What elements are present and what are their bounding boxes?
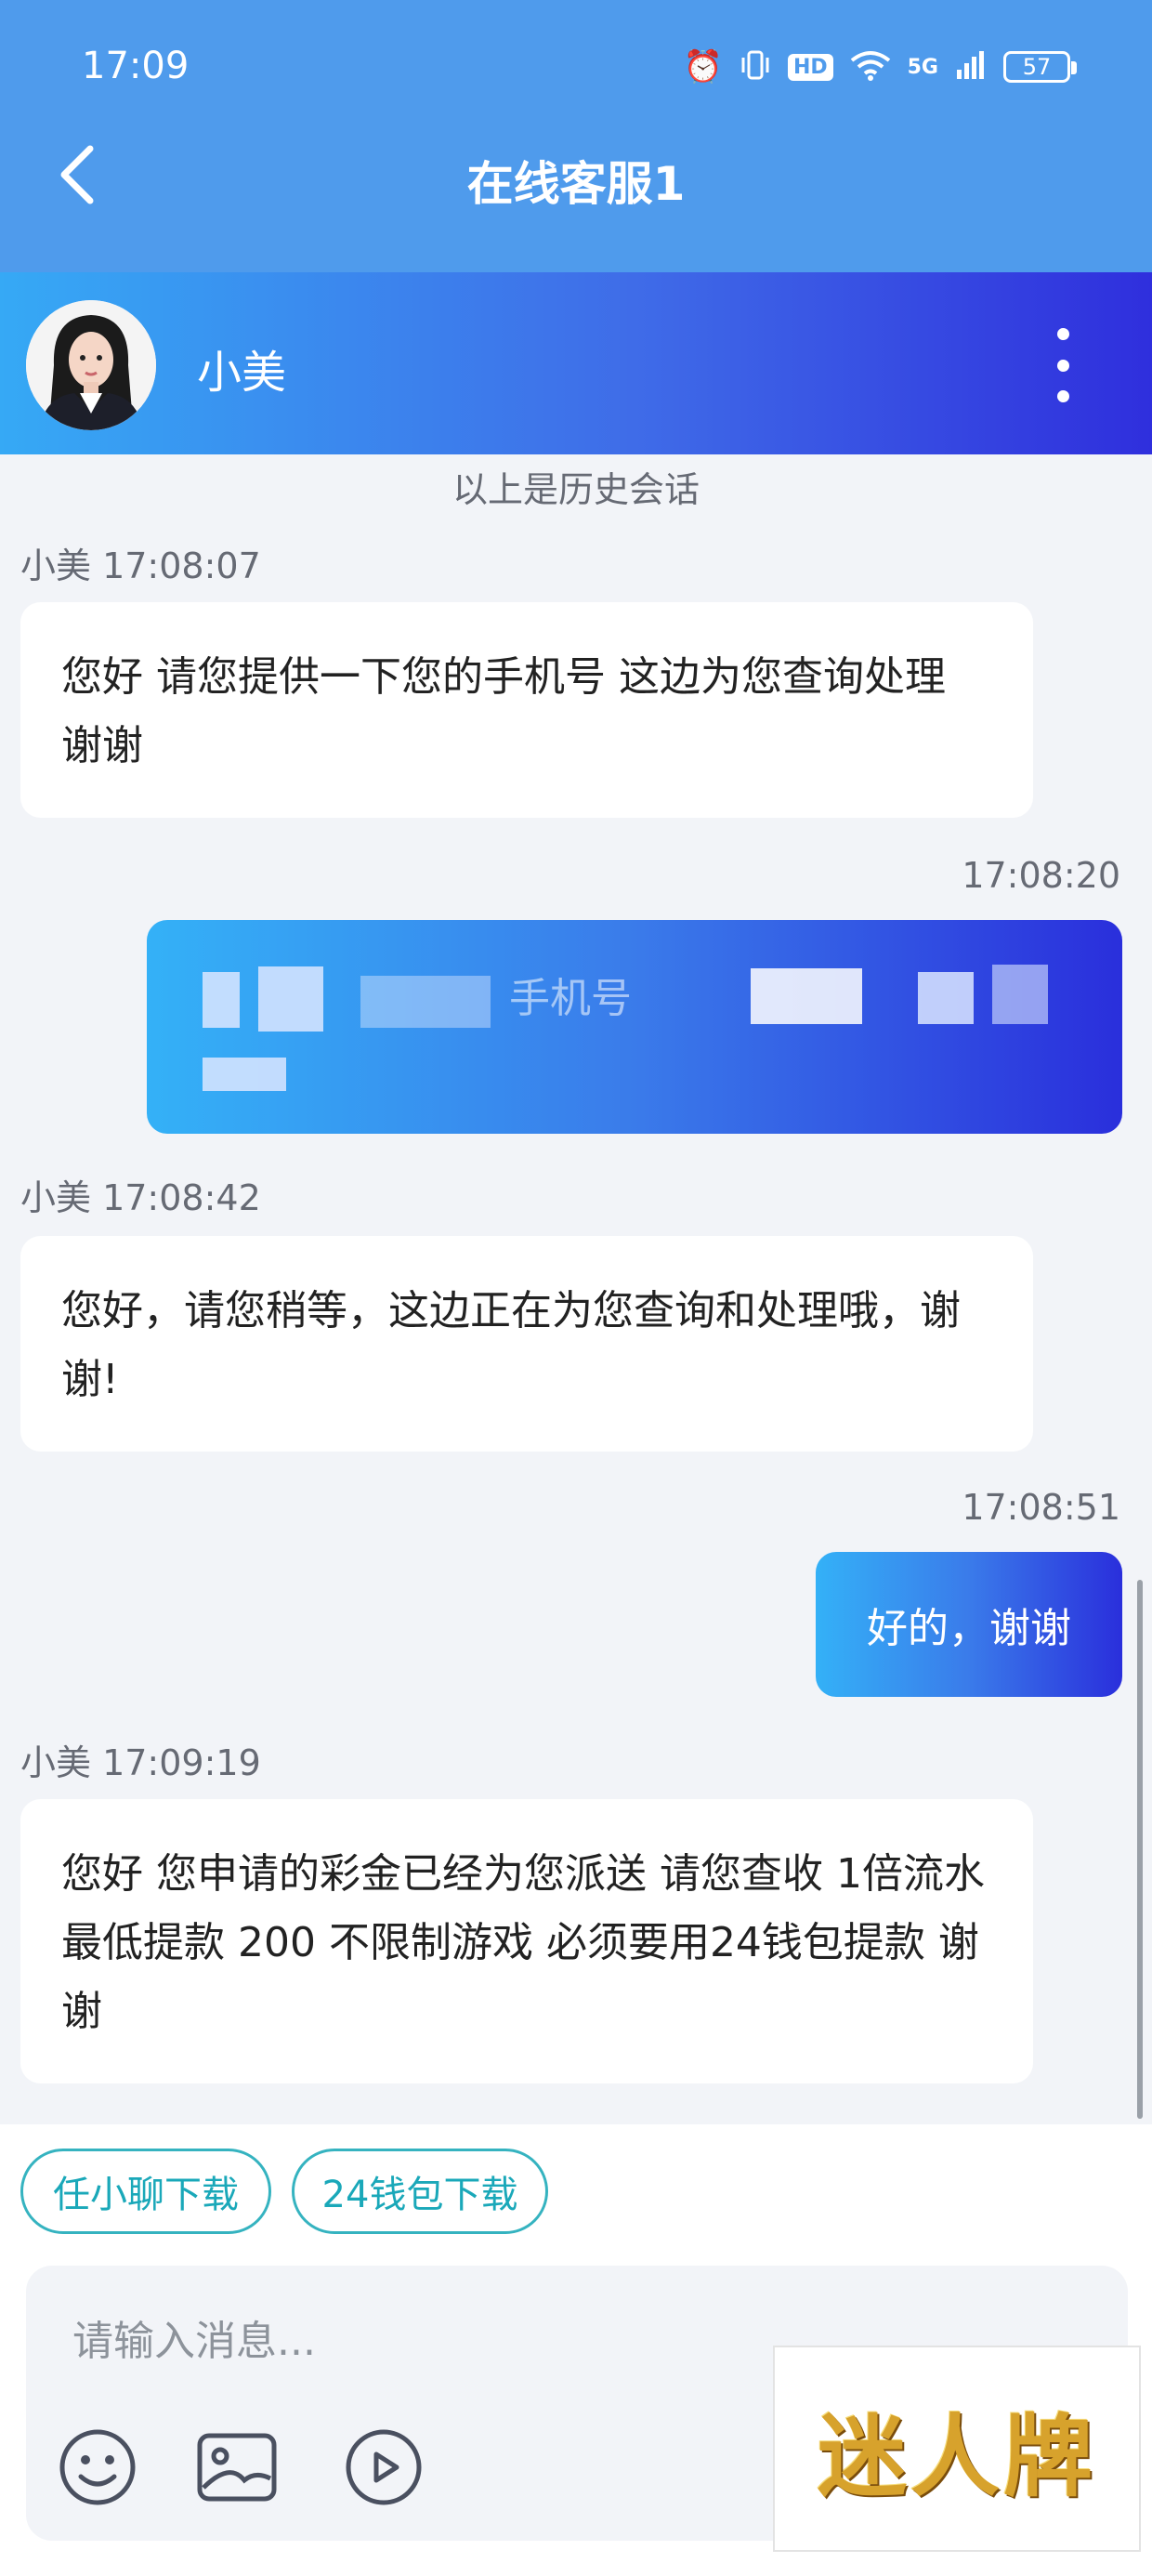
page-title: 在线客服1 — [466, 157, 686, 211]
smiley-icon — [57, 2426, 138, 2512]
status-icons: ⏰ HD 5G 57 — [683, 45, 1077, 89]
pixelation-block — [992, 965, 1048, 1024]
pixelation-block — [360, 976, 491, 1028]
play-circle-icon — [343, 2426, 425, 2512]
message-bubble-incoming: 您好 请您提供一下您的手机号 这边为您查询处理 谢谢 — [20, 602, 1033, 818]
redacted-text: 手机号 — [509, 975, 632, 1022]
status-time: 17:09 — [82, 45, 190, 87]
message-meta: 17:08:51 — [962, 1487, 1120, 1528]
more-options-button[interactable] — [1044, 328, 1081, 402]
quick-reply-chip[interactable]: 任小聊下载 — [20, 2149, 271, 2234]
message-meta: 小美 17:08:42 — [20, 1177, 261, 1218]
pixelation-block — [918, 972, 974, 1024]
quick-reply-chip[interactable]: 24钱包下载 — [292, 2149, 548, 2234]
pixelation-block — [203, 1058, 286, 1091]
pixelation-block — [203, 972, 240, 1028]
top-bar: 17:09 ⏰ HD 5G 57 在线客服1 — [0, 0, 1152, 272]
network-type: 5G — [907, 55, 938, 79]
message-meta: 小美 17:08:07 — [20, 545, 261, 586]
image-icon — [196, 2430, 278, 2508]
chat-scrollbar[interactable] — [1137, 1580, 1143, 2119]
message-bubble-outgoing: 好的，谢谢 — [816, 1552, 1122, 1697]
message-meta: 17:08:20 — [962, 855, 1120, 896]
hd-badge: HD — [787, 53, 833, 81]
pixelation-block — [751, 968, 862, 1024]
history-note: 以上是历史会话 — [452, 469, 700, 510]
pixelation-block — [258, 966, 323, 1032]
vibrate-icon — [740, 48, 771, 85]
emoji-button[interactable] — [56, 2427, 139, 2511]
video-button[interactable] — [342, 2427, 425, 2511]
message-bubble-incoming: 您好 您申请的彩金已经为您派送 请您查收 1倍流水 最低提款 200 不限制游戏… — [20, 1799, 1033, 2083]
more-vertical-icon — [1056, 328, 1069, 340]
wifi-icon — [850, 49, 891, 85]
battery-indicator: 57 — [1003, 51, 1077, 83]
message-bubble-outgoing-redacted: 手机号 — [147, 920, 1122, 1134]
signal-icon — [955, 49, 987, 85]
agent-header: 小美 — [0, 272, 1152, 454]
watermark-logo: 迷人牌 — [773, 2346, 1141, 2552]
agent-avatar[interactable] — [26, 300, 156, 430]
message-bubble-incoming: 您好，请您稍等，这边正在为您查询和处理哦，谢谢! — [20, 1236, 1033, 1452]
message-input[interactable] — [71, 2303, 725, 2379]
watermark-text: 迷人牌 — [818, 2403, 1096, 2509]
agent-name: 小美 — [197, 347, 287, 399]
image-button[interactable] — [195, 2427, 279, 2511]
alarm-icon: ⏰ — [683, 48, 723, 85]
message-meta: 小美 17:09:19 — [20, 1742, 261, 1783]
